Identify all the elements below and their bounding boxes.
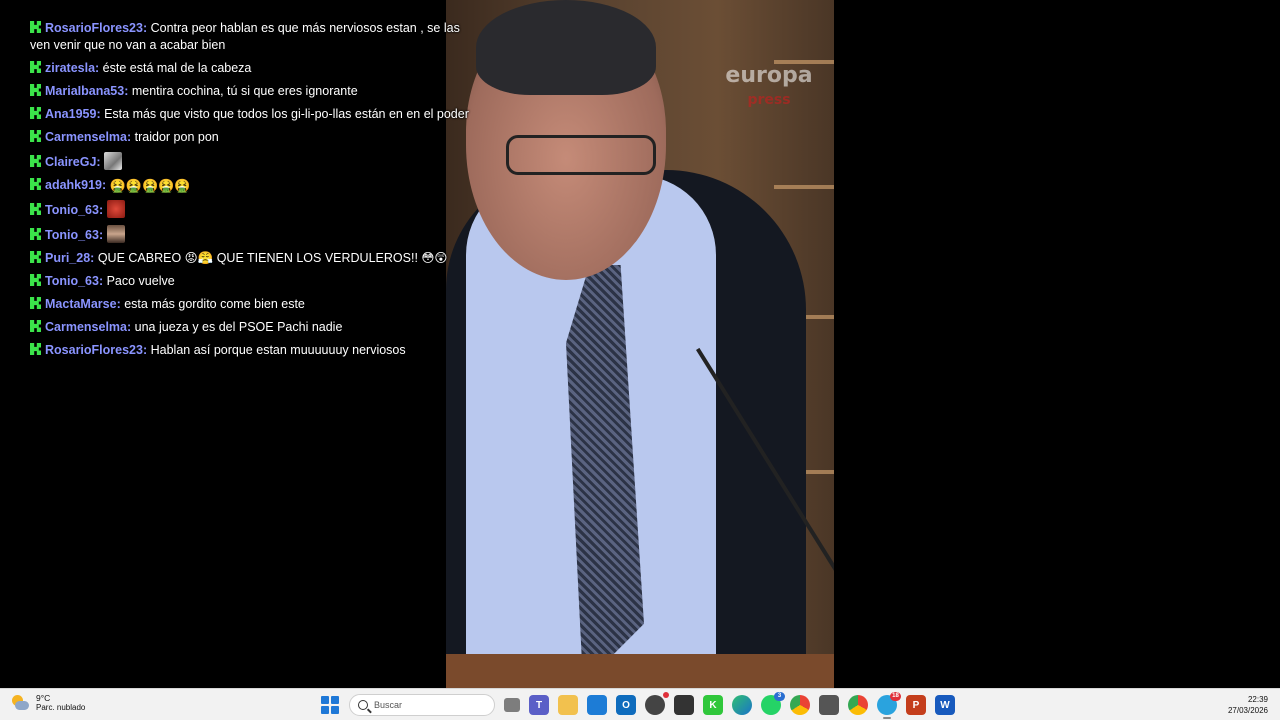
video-frame[interactable]: europa press — [446, 0, 834, 688]
chat-message: Carmenselma: una jueza y es del PSOE Pac… — [30, 319, 480, 336]
chat-message: MariaIbana53: mentira cochina, tú si que… — [30, 83, 480, 100]
chat-username: Ana1959 — [45, 107, 97, 121]
edge-icon[interactable] — [732, 695, 752, 715]
chat-username: RosarioFlores23 — [45, 21, 143, 35]
system-clock[interactable]: 22:39 27/03/2026 — [1228, 694, 1268, 716]
word-icon[interactable]: W — [935, 695, 955, 715]
chat-text: una jueza y es del PSOE Pachi nadie — [134, 320, 343, 334]
chat-username: Tonio_63 — [45, 203, 99, 217]
camera-app-icon[interactable] — [645, 692, 669, 715]
chat-overlay: RosarioFlores23: Contra peor hablan es q… — [30, 20, 480, 369]
chat-message: RosarioFlores23: Hablan así porque estan… — [30, 342, 480, 359]
outlook-icon[interactable]: O — [616, 695, 636, 715]
kick-badge-icon — [30, 251, 41, 263]
chat-text: 🤮🤮🤮🤮🤮 — [109, 178, 191, 193]
chat-message: Ana1959: Esta más que visto que todos lo… — [30, 106, 480, 123]
chat-text: éste está mal de la cabeza — [102, 61, 252, 75]
telegram-badge: 18 — [890, 692, 901, 701]
search-placeholder: Buscar — [374, 700, 403, 710]
chat-text: Esta más que visto que todos los gi-li-p… — [104, 107, 469, 121]
chat-username: RosarioFlores23 — [45, 343, 143, 357]
windows-logo-icon — [321, 696, 339, 714]
file-explorer-icon[interactable] — [558, 695, 578, 715]
chat-username: Tonio_63 — [45, 228, 99, 242]
weather-description: Parc. nublado — [36, 703, 86, 712]
chat-text: Hablan así porque estan muuuuuuy nervios… — [150, 343, 406, 357]
chat-text: esta más gordito come bien este — [124, 297, 305, 311]
podium-desk — [446, 654, 834, 688]
chat-message: ziratesla: éste está mal de la cabeza — [30, 60, 480, 77]
chat-text: mentira cochina, tú si que eres ignorant… — [131, 84, 358, 98]
chat-username: Carmenselma — [45, 320, 127, 334]
kick-badge-icon — [30, 178, 41, 190]
watermark-line2: press — [747, 92, 791, 108]
whatsapp-icon[interactable]: 3 — [761, 692, 785, 715]
kick-badge-icon — [30, 203, 41, 215]
kick-badge-icon — [30, 21, 41, 33]
weather-temperature: 9°C — [36, 693, 51, 703]
chat-message: Puri_28: QUE CABREO 😡😤 QUE TIENEN LOS VE… — [30, 250, 480, 267]
speaker-head — [466, 0, 666, 280]
chat-text: QUE CABREO 😡😤 QUE TIENEN LOS VERDULEROS!… — [97, 251, 448, 265]
vpn-icon[interactable] — [819, 695, 839, 715]
chat-username: ClaireGJ — [45, 155, 97, 169]
kick-badge-icon — [30, 343, 41, 355]
watermark-line1: europa — [725, 63, 813, 88]
clock-date: 27/03/2026 — [1227, 706, 1268, 715]
kick-badge-icon — [30, 155, 41, 167]
kick-badge-icon — [30, 130, 41, 142]
telegram-icon[interactable]: 18 — [877, 692, 901, 719]
whatsapp-badge: 3 — [774, 692, 785, 701]
chat-message: MactaMarse: esta más gordito come bien e… — [30, 296, 480, 313]
chat-text: traidor pon pon — [134, 130, 219, 144]
kick-badge-icon — [30, 84, 41, 96]
chat-username: Tonio_63 — [45, 274, 99, 288]
chat-message: adahk919: 🤮🤮🤮🤮🤮 — [30, 177, 480, 194]
chat-username: MactaMarse — [45, 297, 117, 311]
taskbar-apps: Buscar T O K 3 18 P W — [320, 692, 955, 719]
chat-username: ziratesla — [45, 61, 96, 75]
kick-badge-icon — [30, 274, 41, 286]
search-icon — [358, 700, 368, 710]
emote-devil-icon — [106, 200, 125, 218]
chat-username: adahk919 — [45, 178, 102, 192]
weather-widget[interactable]: 9°C Parc. nublado — [10, 693, 85, 713]
chat-message: Carmenselma: traidor pon pon — [30, 129, 480, 146]
clock-time: 22:39 — [1247, 695, 1268, 704]
taskbar-search[interactable]: Buscar — [349, 694, 495, 716]
chat-message: Tonio_63: — [30, 200, 480, 219]
chat-text: Paco vuelve — [106, 274, 175, 288]
chat-username: Carmenselma — [45, 130, 127, 144]
store-icon[interactable] — [587, 695, 607, 715]
teams-icon[interactable]: T — [529, 695, 549, 715]
task-view-icon[interactable] — [504, 698, 520, 712]
kick-badge-icon — [30, 320, 41, 332]
capcut-icon[interactable] — [674, 695, 694, 715]
chat-message: ClaireGJ: — [30, 152, 480, 171]
kick-badge-icon — [30, 107, 41, 119]
emote-face-icon — [106, 225, 125, 243]
chat-username: Puri_28 — [45, 251, 91, 265]
kick-app-icon[interactable]: K — [703, 695, 723, 715]
chat-message: Tonio_63: — [30, 225, 480, 244]
kick-badge-icon — [30, 297, 41, 309]
start-button[interactable] — [320, 695, 340, 715]
kick-badge-icon — [30, 228, 41, 240]
taskbar: 9°C Parc. nublado Buscar T O K 3 18 P W … — [0, 688, 1280, 720]
kick-badge-icon — [30, 61, 41, 73]
chat-message: Tonio_63: Paco vuelve — [30, 273, 480, 290]
chat-username: MariaIbana53 — [45, 84, 125, 98]
emote-image-icon — [104, 152, 123, 170]
watermark-logo: europa press — [724, 63, 814, 109]
chrome-profile-icon[interactable] — [848, 695, 868, 715]
powerpoint-icon[interactable]: P — [906, 695, 926, 715]
chrome-icon[interactable] — [790, 695, 810, 715]
partly-cloudy-icon — [10, 693, 30, 713]
chat-message: RosarioFlores23: Contra peor hablan es q… — [30, 21, 460, 52]
